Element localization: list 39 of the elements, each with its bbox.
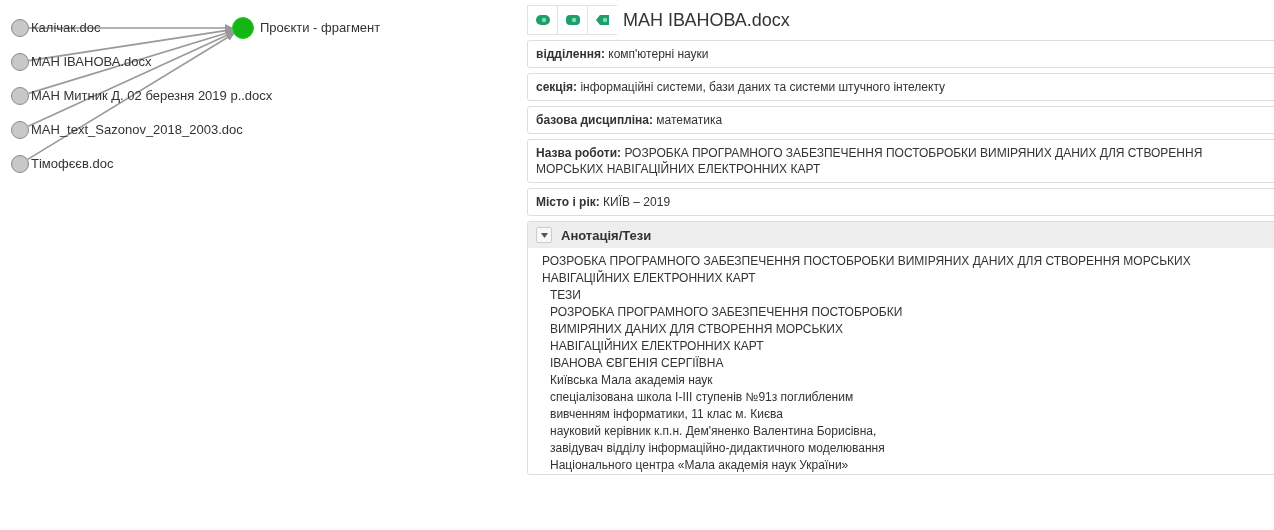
abstract-text: вивченням інформатики, 11 клас м. Києва: [549, 406, 784, 423]
node-label: Калічак.doc: [31, 20, 101, 36]
graph-node[interactable]: [11, 87, 29, 105]
node-label: МАН ІВАНОВА.docx: [31, 54, 152, 70]
abstract-text: спеціалізована школа I-III ступенів №91з поглибленим: [549, 389, 855, 406]
graph-node[interactable]: [11, 53, 29, 71]
abstract-text: Національного центра «Мала академія наук України»: [549, 457, 850, 474]
panel-title: Анотація/Тези: [561, 227, 652, 243]
graph-node[interactable]: [11, 19, 29, 37]
tag-icon: [565, 14, 580, 26]
tag-button[interactable]: [587, 5, 617, 35]
abstract-text: РОЗРОБКА ПРОГРАМНОГО ЗАБЕЗПЕЧЕННЯ ПОСТОБРОБКИ: [549, 304, 904, 321]
node-label: Проєкти - фрагмент: [260, 20, 381, 36]
abstract-text: ВИМІРЯНИХ ДАНИХ ДЛЯ СТВОРЕННЯ МОРСЬКИХ: [549, 321, 844, 338]
tag-button[interactable]: [557, 5, 587, 35]
field-row: секція: інформаційні системи, бази даних та системи штучного інтелекту: [527, 73, 1274, 101]
graph-node[interactable]: [11, 121, 29, 139]
tag-button[interactable]: [527, 5, 557, 35]
field-row: базова дисципліна: математика: [527, 106, 1274, 134]
node-label: МАН Митник Д. 02 березня 2019 р..docx: [31, 88, 273, 104]
graph-node[interactable]: [232, 17, 254, 39]
node-label: Тімофєєв.doc: [31, 156, 114, 172]
abstract-text: науковий керівник к.п.н. Дем'яненко Валентина Борисівна,: [549, 423, 878, 440]
field-row: Назва роботи: РОЗРОБКА ПРОГРАМНОГО ЗАБЕЗПЕЧЕННЯ ПОСТОБРОБКИ ВИМІРЯНИХ ДАНИХ ДЛЯ СТВОРЕННЯ МОРСЬКИХ НАВІГАЦІЙНИХ ЕЛЕКТРОННИХ КАРТ: [527, 139, 1274, 183]
caret-icon: [540, 232, 548, 238]
abstract-text: ТЕЗИ: [549, 287, 582, 304]
abstract-text: РОЗРОБКА ПРОГРАМНОГО ЗАБЕЗПЕЧЕННЯ ПОСТОБРОБКИ ВИМІРЯНИХ ДАНИХ ДЛЯ СТВОРЕННЯ МОРСЬКИХ НАВІГАЦІЙНИХ ЕЛЕКТРОННИХ КАРТ: [542, 253, 1192, 287]
graph-node[interactable]: [11, 155, 29, 173]
abstract-text: ІВАНОВА ЄВГЕНІЯ СЕРГІЇВНА: [549, 355, 725, 372]
collapse-toggle[interactable]: [536, 227, 552, 243]
abstract-text: Київська Мала академія наук: [549, 372, 714, 389]
tag-icon: [595, 14, 610, 26]
field-row: Місто і рік: КИЇВ – 2019: [527, 188, 1274, 216]
tag-icon: [535, 14, 550, 26]
abstract-text: завідувач відділу інформаційно-дидактичного моделювання: [549, 440, 886, 457]
node-label: МАН_text_Sazonov_2018_2003.doc: [31, 122, 243, 138]
field-row: відділення: комп'ютерні науки: [527, 40, 1274, 68]
document-title: МАН ІВАНОВА.docx: [623, 9, 790, 31]
abstract-text: НАВІГАЦІЙНИХ ЕЛЕКТРОННИХ КАРТ: [549, 338, 765, 355]
